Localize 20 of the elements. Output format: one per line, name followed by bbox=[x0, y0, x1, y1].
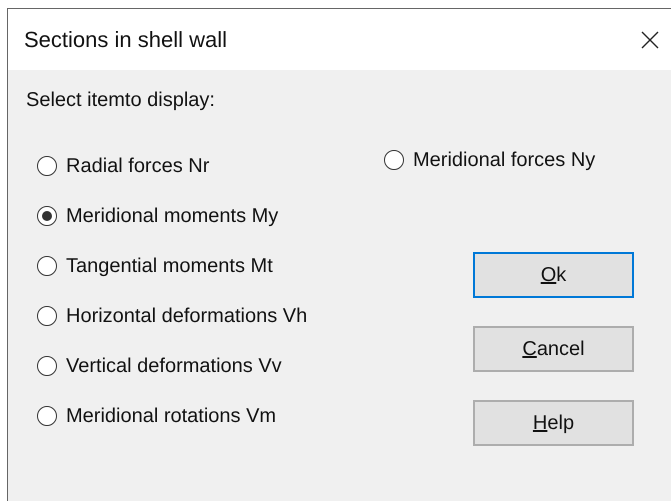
radio-option[interactable]: Horizontal deformations Vh bbox=[37, 304, 384, 328]
radio-button[interactable] bbox=[37, 306, 57, 326]
dialog-button[interactable]: Help bbox=[473, 400, 634, 446]
radio-button[interactable] bbox=[37, 356, 57, 376]
radio-button[interactable] bbox=[37, 406, 57, 426]
radio-option[interactable]: Vertical deformations Vv bbox=[37, 354, 384, 378]
dialog-button[interactable]: Cancel bbox=[473, 326, 634, 372]
radio-option[interactable]: Meridional moments My bbox=[37, 204, 384, 228]
radio-button[interactable] bbox=[37, 156, 57, 176]
radio-option[interactable]: Tangential moments Mt bbox=[37, 254, 384, 278]
radio-option[interactable]: Radial forces Nr bbox=[37, 154, 384, 178]
radio-option[interactable]: Meridional rotations Vm bbox=[37, 404, 384, 428]
radio-button[interactable] bbox=[37, 256, 57, 276]
radio-button[interactable] bbox=[37, 206, 57, 226]
dialog-button[interactable]: Ok bbox=[473, 252, 634, 298]
close-icon[interactable] bbox=[641, 30, 659, 48]
window-title: Sections in shell wall bbox=[24, 26, 227, 52]
radio-option[interactable]: Meridional forces Ny bbox=[384, 148, 634, 172]
radio-button[interactable] bbox=[384, 150, 404, 170]
prompt-label: Select itemto display: bbox=[26, 88, 216, 112]
